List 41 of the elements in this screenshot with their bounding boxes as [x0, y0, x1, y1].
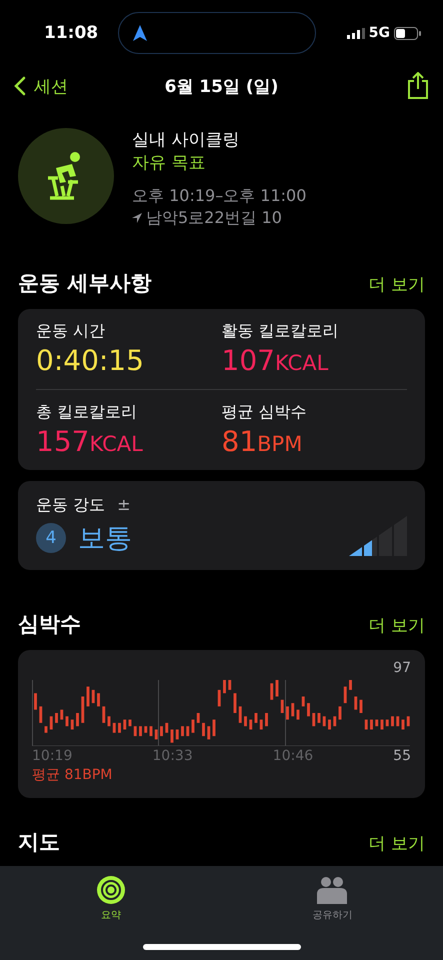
- time-range: 오후 10:19–오후 11:00: [132, 185, 306, 207]
- signal-icon: [346, 28, 365, 38]
- rings-icon: [96, 876, 125, 904]
- metric-value: 81BPM: [222, 425, 304, 458]
- axis-time-label: 10:33: [152, 748, 193, 764]
- metric-value: 0:40:15: [36, 344, 145, 377]
- metric-value: 107 KCAL: [222, 344, 330, 377]
- back-button[interactable]: 세션: [14, 74, 68, 98]
- section-title: 운동 세부사항: [18, 270, 152, 297]
- more-link[interactable]: 더 보기: [368, 832, 425, 855]
- metric-label: 활동 킬로칼로리: [222, 321, 340, 342]
- more-link[interactable]: 더 보기: [368, 273, 425, 296]
- location-text: 남악5로22번길 10: [146, 207, 282, 229]
- metric-value: 157 KCAL: [36, 425, 144, 458]
- section-title: 심박수: [18, 611, 81, 638]
- more-link[interactable]: 더 보기: [368, 614, 425, 637]
- adjust-sign[interactable]: ±: [117, 495, 130, 516]
- people-icon: [315, 876, 350, 904]
- metric-label: 운동 시간: [36, 321, 106, 342]
- workout-goal: 자유 목표: [132, 152, 206, 174]
- intensity-label: 운동 강도: [36, 495, 106, 516]
- navigation-icon: [133, 25, 147, 41]
- axis-min-label: 55: [393, 748, 411, 764]
- workout-name: 실내 사이클링: [132, 129, 240, 151]
- average-label: 평균 81BPM: [32, 766, 114, 784]
- axis-time-label: 10:19: [32, 748, 72, 764]
- share-icon[interactable]: [407, 72, 429, 100]
- network-label: 5G: [368, 25, 390, 41]
- intensity-text: 보통: [78, 522, 132, 556]
- axis-max-label: 97: [393, 660, 411, 676]
- axis-time-label: 10:46: [272, 748, 314, 764]
- metric-label: 평균 심박수: [222, 402, 308, 423]
- section-title: 지도: [18, 829, 60, 856]
- level-number: 4: [36, 523, 66, 553]
- chevron-left-icon: [14, 76, 26, 96]
- tab[interactable]: 공유하기: [222, 866, 443, 960]
- status-time: 11:08: [44, 23, 100, 43]
- location-arrow-icon: [132, 213, 142, 223]
- nav-title: 6월 15일 (일): [164, 76, 278, 96]
- metric-label: 총 킬로칼로리: [36, 402, 138, 423]
- battery-icon: [394, 26, 421, 40]
